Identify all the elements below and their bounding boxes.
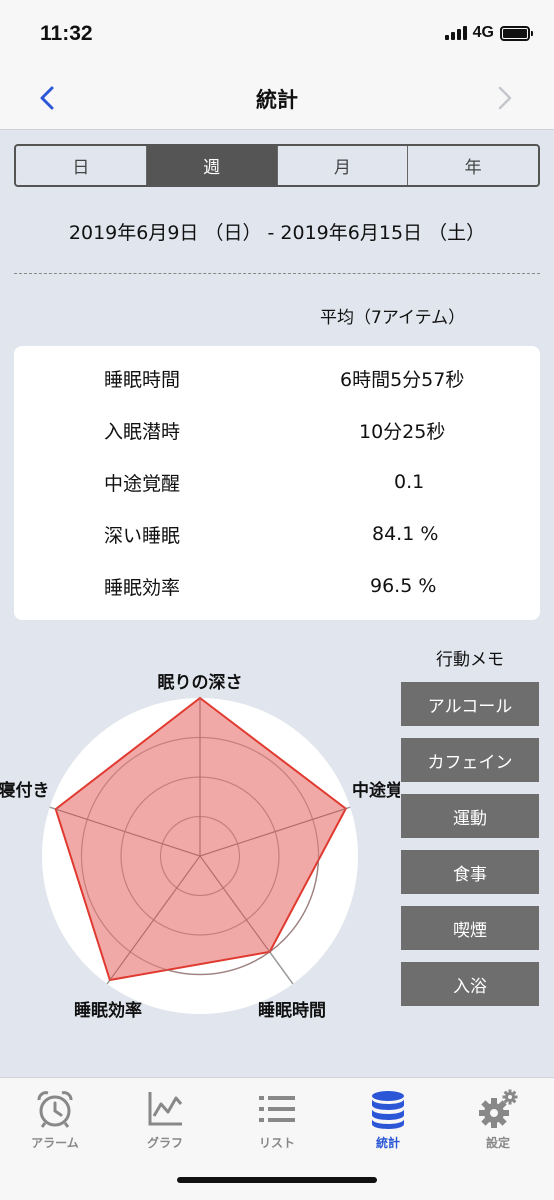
radar-axis-label: 睡眠効率 — [74, 1000, 142, 1021]
tab-graph[interactable]: グラフ — [110, 1088, 220, 1151]
date-range: 2019年6月9日 （日） - 2019年6月15日 （土） — [68, 222, 486, 244]
forward-chevron-icon — [498, 86, 512, 110]
stat-label: 入眠潜時 — [104, 420, 181, 443]
status-bar: 11:32 4G — [0, 0, 554, 66]
stat-row-sleep-latency: 入眠潜時 10分25秒 — [14, 404, 540, 456]
tab-label: 統計 — [375, 1136, 400, 1150]
tab-stats[interactable]: 統計 — [333, 1088, 443, 1151]
list-icon — [259, 1096, 295, 1122]
segment-year[interactable]: 年 — [408, 146, 538, 185]
tab-label: グラフ — [146, 1136, 183, 1150]
segment-day[interactable]: 日 — [16, 146, 147, 185]
stat-label: 深い睡眠 — [104, 524, 181, 547]
stat-row-sleep-time: 睡眠時間 6時間5分57秒 — [14, 352, 540, 404]
memo-bath-button[interactable]: 入浴 — [401, 962, 539, 1006]
stat-value: 10分25秒 — [359, 420, 446, 443]
divider — [14, 273, 540, 274]
home-indicator — [177, 1177, 377, 1183]
stat-value: 6時間5分57秒 — [340, 368, 465, 391]
tab-alarm[interactable]: アラーム — [0, 1088, 110, 1151]
tab-list[interactable]: リスト — [222, 1088, 332, 1151]
line-chart-icon — [148, 1092, 183, 1126]
status-indicators: 4G — [444, 24, 533, 42]
memo-alcohol-button[interactable]: アルコール — [401, 682, 539, 726]
stat-value: 0.1 — [394, 471, 425, 493]
tab-label: アラーム — [31, 1136, 79, 1150]
radar-axis-label: 眠りの深さ — [158, 672, 243, 693]
radar-axis-label: 睡眠時間 — [258, 1000, 326, 1021]
segment-month[interactable]: 月 — [278, 146, 409, 185]
battery-icon — [500, 25, 533, 41]
network-type: 4G — [472, 24, 494, 41]
stat-row-sleep-efficiency: 睡眠効率 96.5 % — [14, 560, 540, 612]
radar-axis-label: 寝付き — [0, 780, 50, 801]
stat-row-deep-sleep: 深い睡眠 84.1 % — [14, 508, 540, 560]
memo-exercise-button[interactable]: 運動 — [401, 794, 539, 838]
stat-row-awakenings: 中途覚醒 0.1 — [14, 456, 540, 508]
period-segmented-control: 日 週 月 年 — [14, 144, 540, 187]
stat-label: 中途覚醒 — [104, 472, 181, 495]
cellular-signal-icon — [444, 26, 467, 40]
segment-week[interactable]: 週 — [146, 146, 278, 185]
memo-smoking-button[interactable]: 喫煙 — [401, 906, 539, 950]
tab-label: リスト — [258, 1136, 295, 1150]
database-icon — [372, 1091, 404, 1129]
page-title: 統計 — [256, 88, 298, 112]
memo-meal-button[interactable]: 食事 — [401, 850, 539, 894]
average-label: 平均（7アイテム） — [320, 308, 466, 328]
stat-value: 96.5 % — [370, 575, 437, 597]
stat-label: 睡眠効率 — [104, 576, 181, 599]
stat-value: 84.1 % — [372, 523, 439, 545]
status-time: 11:32 — [40, 22, 93, 45]
tab-label: 設定 — [485, 1136, 510, 1150]
memo-caffeine-button[interactable]: カフェイン — [401, 738, 539, 782]
stat-label: 睡眠時間 — [104, 368, 181, 391]
radar-axis-label: 中途覚醒 — [352, 780, 400, 801]
sleep-radar-chart: 眠りの深さ中途覚醒睡眠時間 睡眠効率 寝付き — [0, 672, 400, 1021]
alarm-clock-icon — [37, 1091, 73, 1128]
tab-settings[interactable]: 設定 — [443, 1088, 553, 1151]
navigation-bar: 統計 — [0, 66, 554, 130]
stats-card: 睡眠時間 6時間5分57秒 入眠潜時 10分25秒 中途覚醒 0.1 深い睡眠 … — [14, 346, 540, 620]
gear-icon — [479, 1089, 518, 1128]
memo-title: 行動メモ — [436, 650, 504, 670]
